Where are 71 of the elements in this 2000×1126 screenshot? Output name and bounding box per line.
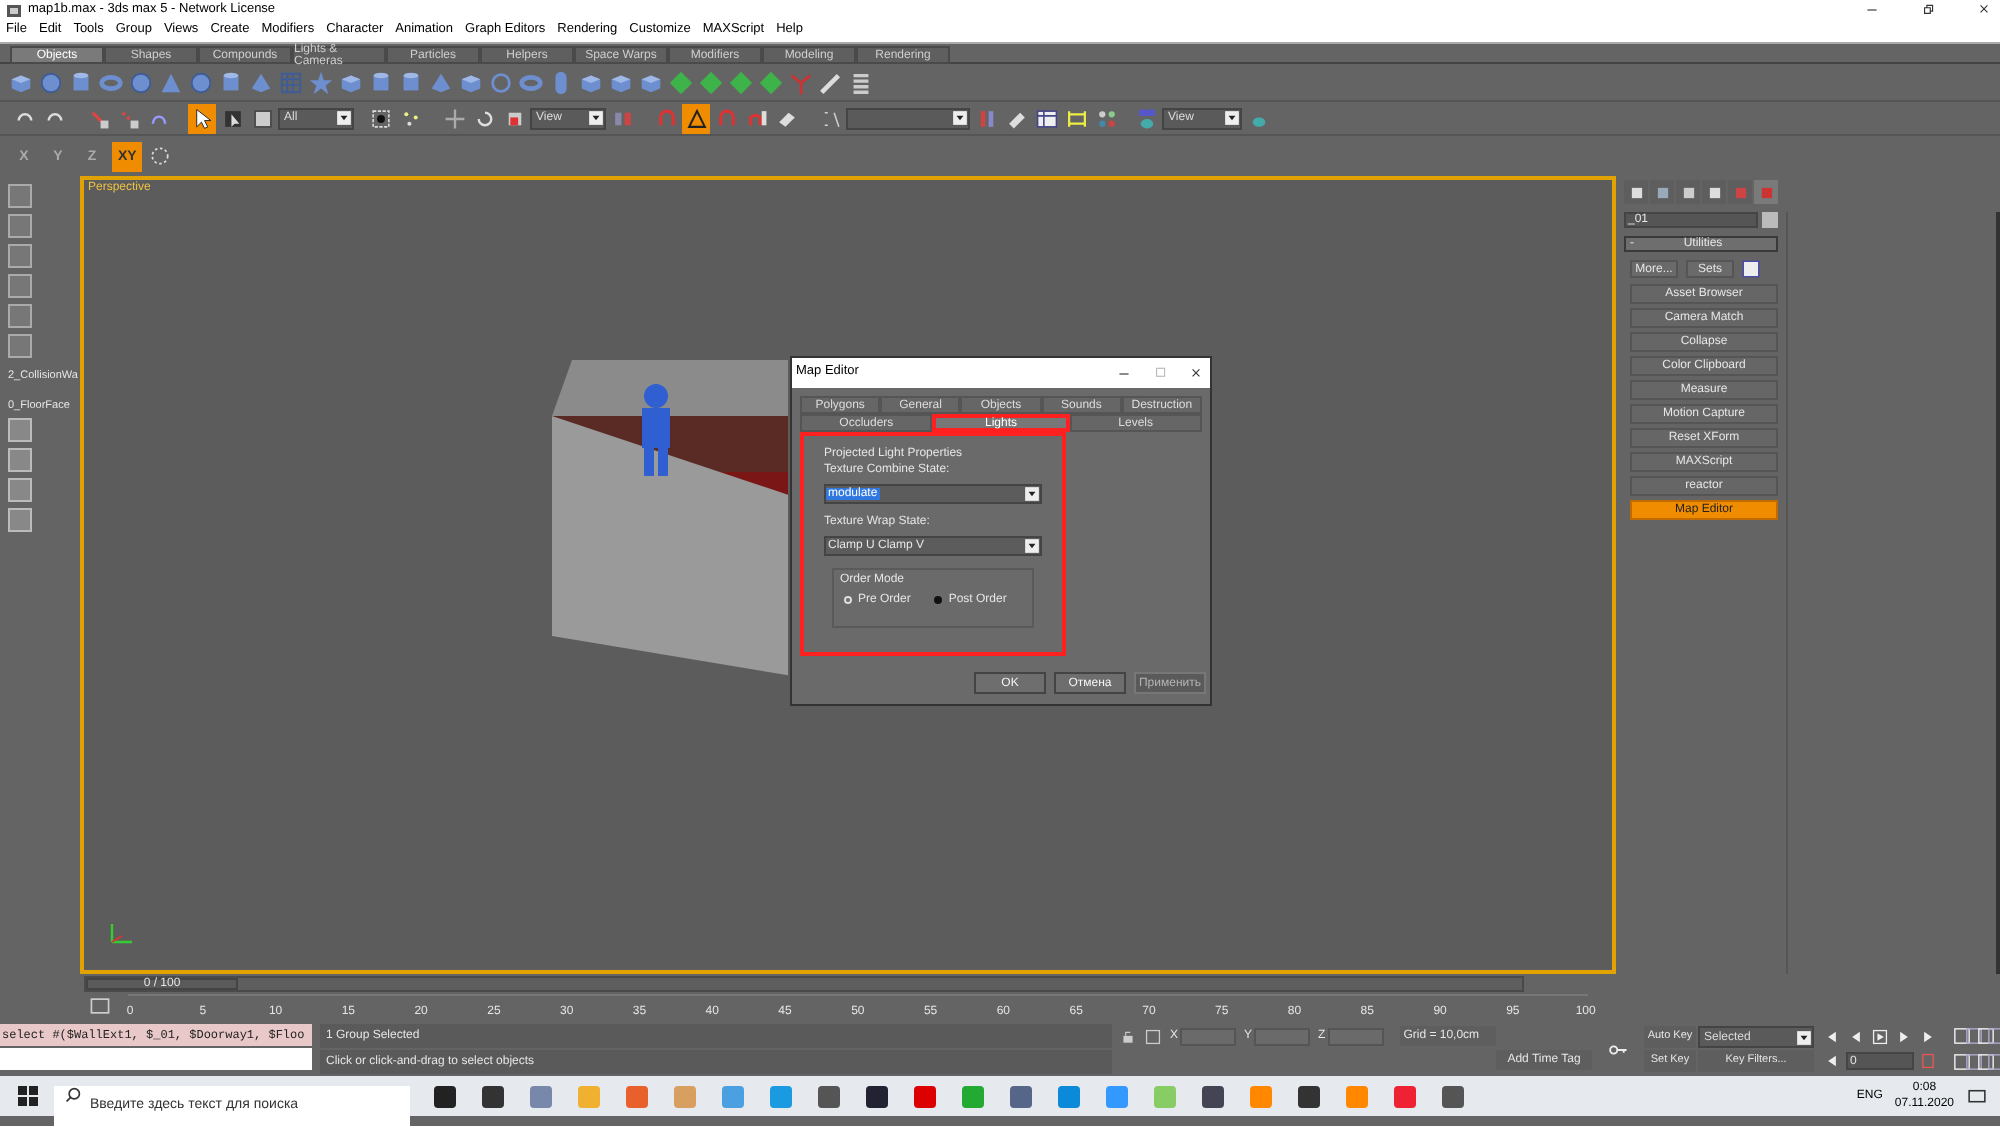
rotate-icon[interactable] bbox=[473, 107, 495, 129]
cursor-icon[interactable] bbox=[191, 107, 213, 129]
maximize-icon[interactable] bbox=[1150, 365, 1170, 381]
dropdown-arrow-icon[interactable] bbox=[952, 110, 968, 126]
rectangle-region-icon[interactable] bbox=[251, 107, 273, 129]
dropdown-arrow-icon[interactable] bbox=[1024, 538, 1040, 554]
spinner-magnet-icon[interactable] bbox=[745, 107, 767, 129]
dropdown-arrow-icon[interactable] bbox=[1024, 486, 1040, 502]
restore-icon[interactable] bbox=[1918, 2, 1938, 18]
pyramid-icon[interactable] bbox=[248, 69, 274, 95]
cylinder-icon[interactable] bbox=[68, 69, 94, 95]
stack-icon[interactable] bbox=[848, 69, 874, 95]
cone-icon[interactable] bbox=[158, 69, 184, 95]
dropdown-arrow-icon[interactable] bbox=[336, 110, 352, 126]
taskbar-app-icon[interactable] bbox=[818, 1085, 840, 1107]
dropdown-arrow-icon[interactable] bbox=[1224, 110, 1240, 126]
sphere-icon[interactable] bbox=[128, 69, 154, 95]
gem-icon[interactable] bbox=[758, 69, 784, 95]
eraser-icon[interactable] bbox=[775, 107, 797, 129]
sphere-icon[interactable] bbox=[38, 69, 64, 95]
material-spheres-icon[interactable] bbox=[1095, 107, 1117, 129]
maxscript-input-field[interactable] bbox=[0, 1048, 312, 1070]
dropdown-arrow-icon[interactable] bbox=[588, 110, 604, 126]
taskbar-app-icon[interactable] bbox=[1442, 1085, 1464, 1107]
named-selection-dropdown[interactable] bbox=[846, 107, 970, 129]
scale-icon[interactable] bbox=[503, 107, 525, 129]
app-logo-icon bbox=[6, 3, 22, 17]
angle-snap-icon[interactable] bbox=[685, 107, 707, 129]
configure-sets-icon[interactable] bbox=[1742, 260, 1760, 278]
link-icon[interactable] bbox=[87, 107, 109, 129]
taskbar-app-icon[interactable] bbox=[866, 1085, 888, 1107]
cylinder-icon[interactable] bbox=[368, 69, 394, 95]
taskbar-app-icon[interactable] bbox=[1202, 1085, 1224, 1107]
taskbar-app-icon[interactable] bbox=[482, 1085, 504, 1107]
taskbar-app-icon[interactable] bbox=[434, 1085, 456, 1107]
torus-icon[interactable] bbox=[98, 69, 124, 95]
close-icon[interactable] bbox=[1186, 365, 1206, 381]
dotted-circle-icon[interactable] bbox=[148, 144, 173, 168]
render-scene-icon[interactable] bbox=[1135, 107, 1157, 129]
sphere-icon[interactable] bbox=[188, 69, 214, 95]
curve-editor-icon[interactable] bbox=[1065, 107, 1087, 129]
cylinder-icon[interactable] bbox=[398, 69, 424, 95]
search-icon bbox=[64, 1086, 82, 1104]
gem-icon[interactable] bbox=[668, 69, 694, 95]
gem-icon[interactable] bbox=[698, 69, 724, 95]
select-by-name-icon[interactable] bbox=[221, 107, 243, 129]
cylinder-icon[interactable] bbox=[218, 69, 244, 95]
play-icon[interactable] bbox=[1870, 1028, 1890, 1046]
key-icon[interactable] bbox=[1604, 1040, 1632, 1060]
axis-tripod-icon bbox=[108, 918, 136, 946]
windows-start-icon[interactable] bbox=[14, 1082, 42, 1110]
pyramid-icon[interactable] bbox=[428, 69, 454, 95]
dots-icon[interactable] bbox=[399, 107, 421, 129]
dropdown-arrow-icon[interactable] bbox=[1796, 1029, 1812, 1045]
notification-icon[interactable] bbox=[1966, 1085, 1988, 1107]
window-crossing-icon[interactable] bbox=[369, 107, 391, 129]
lock-icon[interactable] bbox=[1120, 1027, 1136, 1045]
taskbar-app-icon[interactable] bbox=[1298, 1085, 1320, 1107]
mirror-icon[interactable] bbox=[975, 107, 997, 129]
close-icon[interactable] bbox=[1974, 2, 1994, 18]
gem-icon[interactable] bbox=[728, 69, 754, 95]
absolute-mode-icon[interactable] bbox=[1144, 1027, 1162, 1045]
object-color-swatch[interactable] bbox=[1762, 212, 1778, 228]
torus-icon[interactable] bbox=[518, 69, 544, 95]
move-icon[interactable] bbox=[443, 107, 465, 129]
align-icon[interactable] bbox=[1005, 107, 1027, 129]
table-icon[interactable] bbox=[1035, 107, 1057, 129]
ring-icon[interactable] bbox=[488, 69, 514, 95]
unlink-icon[interactable] bbox=[117, 107, 139, 129]
pivot-icon[interactable] bbox=[611, 107, 633, 129]
star-icon[interactable] bbox=[308, 69, 334, 95]
